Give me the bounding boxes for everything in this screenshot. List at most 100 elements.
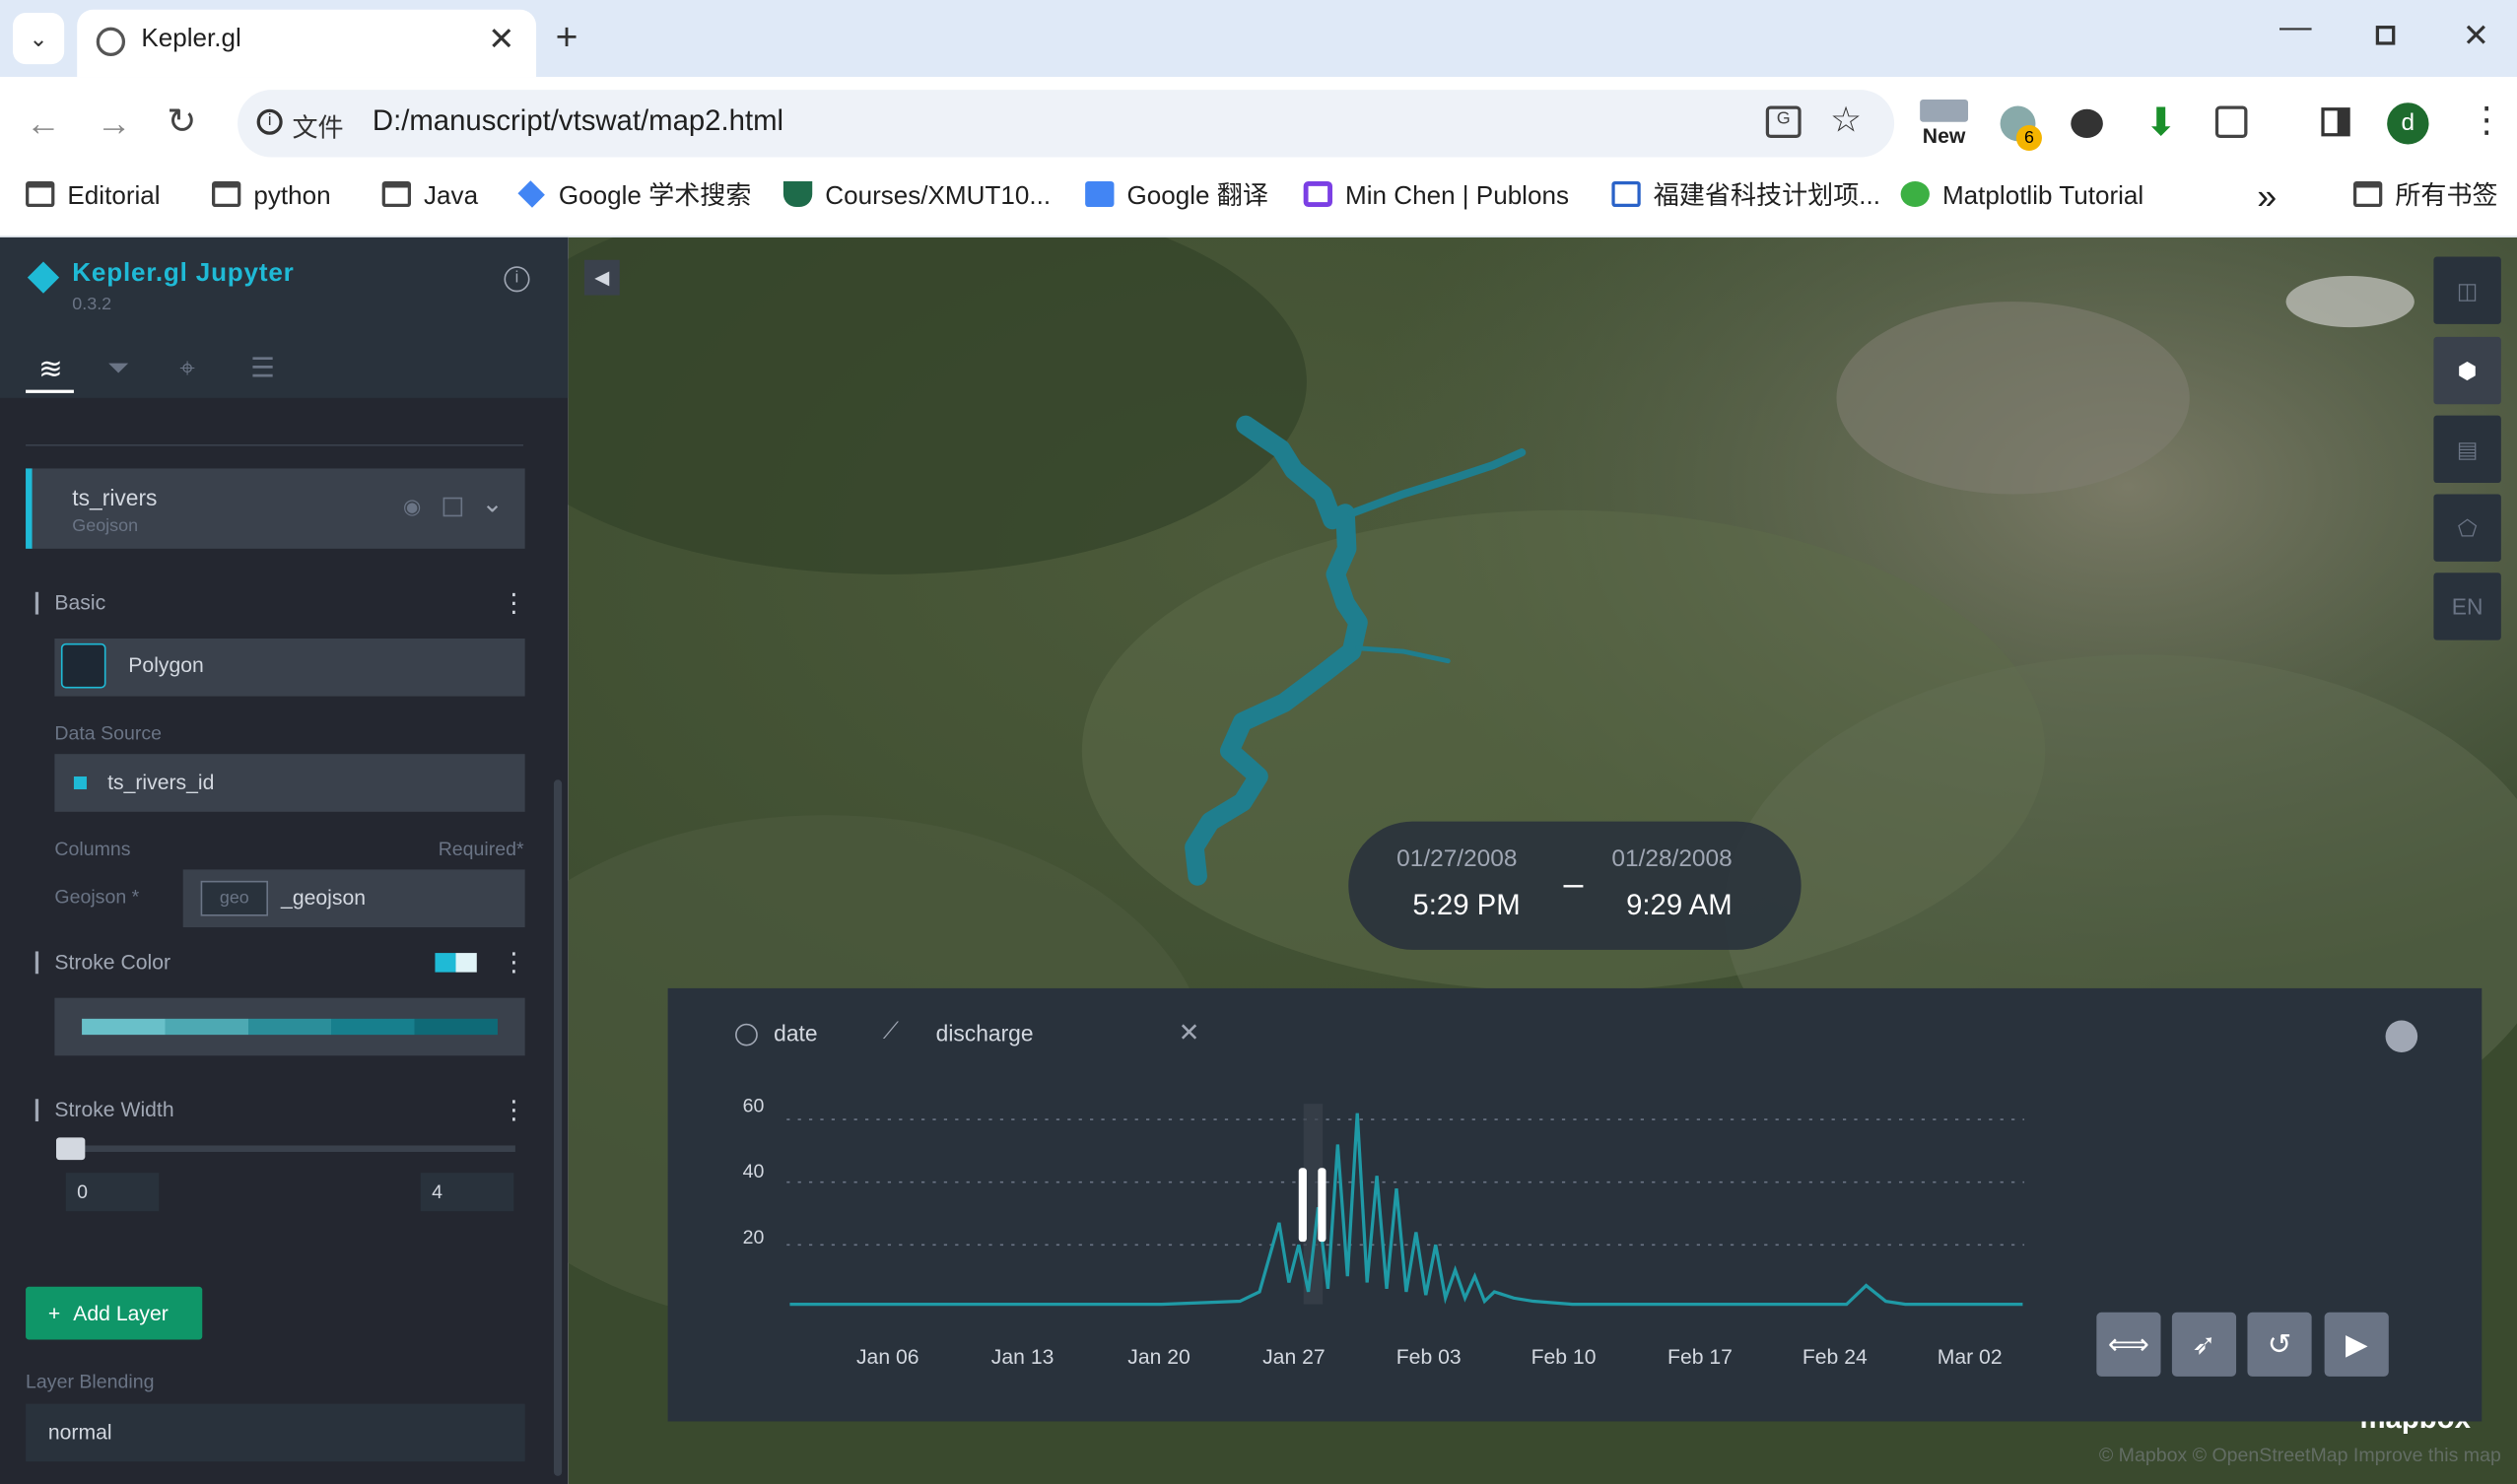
time-window-handle-left[interactable] — [1298, 1168, 1307, 1243]
extensions-puzzle-icon[interactable] — [2214, 105, 2248, 139]
polygon-icon — [60, 642, 106, 689]
duplicate-icon[interactable] — [442, 497, 463, 517]
stroke-width-slider-handle[interactable] — [56, 1137, 86, 1161]
speed-control-icon[interactable] — [2385, 1020, 2418, 1053]
layer-name[interactable]: ts_rivers — [72, 485, 157, 510]
reload-button[interactable]: ↻ — [167, 101, 196, 143]
bookmark-editorial[interactable]: Editorial — [26, 179, 161, 215]
layers-tab-icon[interactable]: ≋ — [38, 353, 63, 386]
folder-icon — [212, 180, 241, 208]
more-options-icon[interactable]: ⋮ — [501, 1094, 526, 1126]
close-window-button[interactable]: ✕ — [2463, 16, 2489, 56]
bookmark-google-translate[interactable]: Google 翻译 — [1085, 179, 1268, 215]
time-window-handle-right[interactable] — [1318, 1168, 1327, 1243]
y-field-label[interactable]: discharge — [936, 1020, 1034, 1046]
stroke-width-max-input[interactable]: 4 — [420, 1173, 514, 1212]
3d-map-icon[interactable]: ⬢ — [2433, 336, 2501, 405]
profile-avatar[interactable]: d — [2387, 102, 2429, 145]
layer-type-selector[interactable] — [54, 638, 525, 697]
x-tick-label: Jan 13 — [990, 1344, 1054, 1369]
restore-button[interactable] — [2375, 26, 2396, 45]
collapse-panel-button[interactable]: ◀ — [583, 259, 620, 296]
add-layer-label: Add Layer — [73, 1301, 169, 1325]
more-options-icon[interactable]: ⋮ — [501, 587, 526, 620]
folder-icon — [381, 180, 411, 208]
stroke-color-swatch[interactable] — [435, 953, 477, 973]
layer-blending-label: Layer Blending — [26, 1370, 155, 1393]
extension-badge: 6 — [2015, 124, 2042, 152]
draw-polygon-icon[interactable]: ⬠ — [2433, 494, 2501, 562]
bookmark-label: 福建省科技计划项... — [1653, 182, 1881, 211]
layer-kind: Polygon — [128, 652, 204, 678]
line-chart-icon: ⟋ — [882, 1017, 899, 1044]
discharge-series-line — [789, 1113, 2023, 1307]
site-icon — [1611, 180, 1641, 208]
translate-icon[interactable]: G — [1765, 105, 1802, 139]
map-style-tab-icon[interactable]: ☰ — [250, 353, 275, 385]
new-feature-icon[interactable]: New — [1920, 99, 1969, 151]
eye-icon[interactable]: ◉ — [403, 494, 421, 519]
app-version: 0.3.2 — [72, 295, 112, 315]
dataset-color-swatch — [73, 776, 87, 790]
more-options-icon[interactable]: ⋮ — [501, 947, 526, 979]
scholar-icon — [517, 180, 545, 208]
x-field-label[interactable]: date — [774, 1020, 817, 1046]
bookmark-google-scholar[interactable]: Google 学术搜索 — [517, 179, 751, 215]
play-button[interactable]: ▶ — [2324, 1312, 2389, 1377]
info-icon[interactable]: i — [256, 108, 283, 135]
split-map-icon[interactable]: ◫ — [2433, 256, 2501, 324]
menu-icon[interactable]: ⋮ — [2469, 100, 2504, 141]
all-bookmarks[interactable]: 所有书签 — [2352, 179, 2498, 215]
stroke-width-slider-track[interactable] — [57, 1145, 515, 1152]
bookmark-courses[interactable]: Courses/XMUT10... — [782, 179, 1051, 215]
tab-search-button[interactable]: ⌄ — [13, 13, 65, 65]
language-button[interactable]: EN — [2433, 573, 2501, 641]
app-title: Kepler.gl Jupyter — [72, 259, 295, 288]
map-attribution[interactable]: © Mapbox © OpenStreetMap Improve this ma… — [2026, 1444, 2501, 1466]
layer-type: Geojson — [72, 516, 139, 536]
star-icon[interactable]: ☆ — [1830, 100, 1862, 141]
x-tick-label: Feb 24 — [1802, 1344, 1868, 1369]
add-layer-button[interactable]: + Add Layer — [26, 1286, 203, 1340]
section-bar — [34, 951, 39, 975]
layers-tab-underline — [26, 389, 74, 393]
bookmark-matplotlib[interactable]: Matplotlib Tutorial — [1900, 179, 2143, 215]
reset-button[interactable]: ↺ — [2247, 1312, 2312, 1377]
bookmark-fujian[interactable]: 福建省科技计划项... — [1611, 179, 1880, 215]
bookmark-publons[interactable]: Min Chen | Publons — [1303, 179, 1569, 215]
bookmark-label: Google 翻译 — [1126, 182, 1268, 211]
address-bar[interactable]: i 文件 D:/manuscript/vtswat/map2.html G ☆ — [238, 90, 1895, 158]
bookmark-java[interactable]: Java — [381, 179, 478, 215]
close-tab-icon[interactable]: ✕ — [488, 20, 514, 60]
more-bookmarks-button[interactable]: » — [2257, 179, 2277, 215]
folder-icon — [26, 180, 55, 208]
window-mode-button[interactable]: ⟺ — [2096, 1312, 2161, 1377]
interactions-tab-icon[interactable]: ⌖ — [179, 353, 195, 385]
data-table-icon[interactable]: ▤ — [2433, 415, 2501, 484]
bookmark-python[interactable]: python — [212, 179, 331, 215]
y-tick-label: 60 — [742, 1094, 765, 1117]
sidebar-toggle-icon[interactable] — [2321, 107, 2350, 137]
forward-button[interactable]: → — [97, 102, 132, 144]
y-tick-label: 40 — [742, 1160, 765, 1182]
info-icon[interactable]: i — [504, 266, 530, 293]
minimize-button[interactable]: — — [2279, 10, 2312, 46]
geo-type-tag: geo — [200, 880, 269, 916]
matplotlib-icon — [1900, 180, 1930, 208]
filter-tab-icon[interactable]: ⏷ — [107, 353, 129, 385]
back-button[interactable]: ← — [26, 102, 61, 144]
new-tab-button[interactable]: + — [556, 16, 578, 61]
basic-label: Basic — [54, 590, 106, 615]
bookmark-label: Editorial — [67, 182, 161, 211]
stroke-width-min-input[interactable]: 0 — [65, 1173, 160, 1212]
chevron-down-icon[interactable]: ⌄ — [482, 488, 504, 520]
discharge-chart[interactable] — [786, 1091, 2032, 1331]
download-icon[interactable]: ⬇ — [2144, 100, 2177, 146]
speed-button[interactable]: ➶ — [2171, 1312, 2237, 1377]
extension-icon-2[interactable] — [2071, 108, 2103, 139]
browser-tab[interactable]: Kepler.gl ✕ — [77, 9, 537, 78]
panel-scrollbar[interactable] — [553, 779, 563, 1476]
bookmark-label: python — [253, 182, 331, 211]
url-text[interactable]: D:/manuscript/vtswat/map2.html — [373, 104, 783, 138]
close-icon[interactable]: ✕ — [1179, 1017, 1200, 1049]
